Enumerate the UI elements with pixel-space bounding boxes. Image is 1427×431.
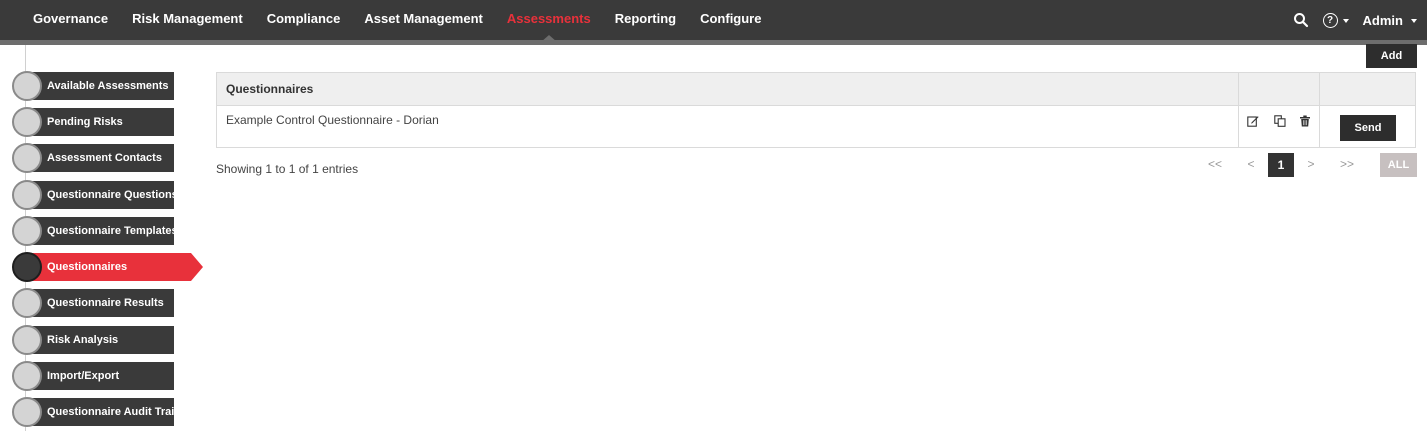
page-1-button[interactable]: 1: [1268, 153, 1294, 177]
show-all-button[interactable]: ALL: [1380, 153, 1417, 177]
sidebar-item-bar: Import/Export: [28, 362, 174, 390]
sidebar-item-pending-risks[interactable]: Pending Risks: [12, 107, 174, 137]
active-arrow-icon: [191, 253, 203, 281]
sidebar-item-questionnaire-questions[interactable]: Questionnaire Questions: [12, 180, 178, 210]
sidebar-item-label: Pending Risks: [47, 116, 123, 128]
sidebar-circle-icon: [12, 71, 42, 101]
sidebar-circle-icon: [12, 252, 42, 282]
user-menu[interactable]: Admin: [1363, 13, 1417, 28]
nav-asset-management[interactable]: Asset Management: [364, 0, 482, 40]
sidebar-item-bar: Questionnaires: [28, 253, 191, 281]
sidebar-item-bar: Questionnaire Questions: [28, 181, 178, 209]
nav-configure[interactable]: Configure: [700, 0, 761, 40]
questionnaire-name: Example Control Questionnaire - Dorian: [226, 113, 439, 127]
last-page-button[interactable]: >>: [1336, 153, 1358, 177]
prev-page-button[interactable]: <: [1242, 153, 1260, 177]
column-divider: [1238, 73, 1239, 147]
sidebar-item-bar: Questionnaire Templates: [28, 217, 178, 245]
sidebar-item-label: Import/Export: [47, 370, 120, 382]
nav-compliance[interactable]: Compliance: [267, 0, 341, 40]
entries-info: Showing 1 to 1 of 1 entries: [216, 162, 359, 176]
sidebar-circle-icon: [12, 143, 42, 173]
sidebar-item-assessment-contacts[interactable]: Assessment Contacts: [12, 143, 174, 173]
send-button[interactable]: Send: [1340, 115, 1396, 141]
top-navbar: Governance Risk Management Compliance As…: [0, 0, 1427, 42]
sidebar-item-questionnaire-results[interactable]: Questionnaire Results: [12, 288, 174, 318]
chevron-down-icon: [1342, 18, 1349, 23]
table-header: Questionnaires: [217, 73, 1415, 106]
sidebar-item-bar: Pending Risks: [28, 108, 174, 136]
sidebar-item-bar: Assessment Contacts: [28, 144, 174, 172]
column-divider: [1319, 73, 1320, 147]
search-icon[interactable]: [1293, 12, 1309, 28]
table-header-title: Questionnaires: [226, 82, 314, 96]
sidebar-item-label: Assessment Contacts: [47, 152, 162, 164]
sidebar-item-label: Questionnaire Results: [47, 297, 164, 309]
sidebar-item-available-assessments[interactable]: Available Assessments: [12, 71, 174, 101]
sidebar-circle-icon: [12, 397, 42, 427]
edit-icon[interactable]: [1247, 115, 1259, 127]
sidebar-item-questionnaire-audit-trail[interactable]: Questionnaire Audit Trail: [12, 397, 178, 427]
nav-reporting[interactable]: Reporting: [615, 0, 676, 40]
nav-governance[interactable]: Governance: [33, 0, 108, 40]
copy-icon[interactable]: [1274, 115, 1286, 127]
sidebar-circle-icon: [12, 107, 42, 137]
help-icon: ?: [1322, 12, 1338, 28]
sidebar-circle-icon: [12, 325, 42, 355]
sidebar-item-import-export[interactable]: Import/Export: [12, 361, 174, 391]
nav-assessments[interactable]: Assessments: [507, 0, 591, 42]
next-page-button[interactable]: >: [1302, 153, 1320, 177]
trash-icon[interactable]: [1299, 115, 1311, 127]
user-name: Admin: [1362, 12, 1403, 28]
navbar-right: ? Admin: [1293, 0, 1417, 40]
help-menu[interactable]: ?: [1322, 12, 1349, 28]
sidebar-item-questionnaire-templates[interactable]: Questionnaire Templates: [12, 216, 178, 246]
sidebar-item-label: Available Assessments: [47, 80, 169, 92]
nav-risk-management[interactable]: Risk Management: [132, 0, 243, 40]
add-button[interactable]: Add: [1366, 44, 1417, 68]
sidebar-circle-icon: [12, 361, 42, 391]
sidebar-item-bar: Questionnaire Audit Trail: [28, 398, 178, 426]
sidebar-item-questionnaires[interactable]: Questionnaires: [12, 252, 203, 282]
sidebar-circle-icon: [12, 180, 42, 210]
sidebar-item-label: Questionnaire Audit Trail: [47, 406, 178, 418]
sidebar-item-label: Questionnaire Templates: [47, 225, 178, 237]
sidebar-circle-icon: [12, 216, 42, 246]
navbar-divider: [0, 40, 1427, 45]
main-nav: Governance Risk Management Compliance As…: [33, 0, 785, 42]
chevron-down-icon: [1411, 18, 1417, 23]
sidebar-circle-icon: [12, 288, 42, 318]
questionnaires-table: Questionnaires Example Control Questionn…: [216, 72, 1416, 148]
sidebar-item-label: Questionnaire Questions: [47, 189, 178, 201]
sidebar-item-risk-analysis[interactable]: Risk Analysis: [12, 325, 174, 355]
sidebar-item-bar: Available Assessments: [28, 72, 174, 100]
sidebar-item-bar: Risk Analysis: [28, 326, 174, 354]
sidebar-item-label: Risk Analysis: [47, 334, 119, 346]
first-page-button[interactable]: <<: [1204, 153, 1226, 177]
sidebar-item-bar: Questionnaire Results: [28, 289, 174, 317]
sidebar-item-label: Questionnaires: [47, 261, 128, 273]
